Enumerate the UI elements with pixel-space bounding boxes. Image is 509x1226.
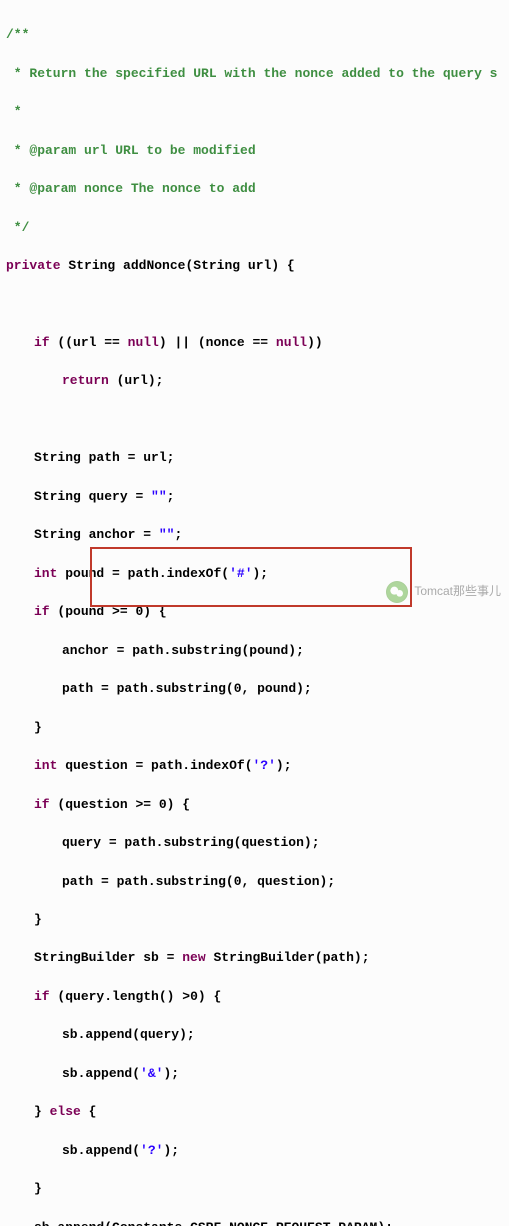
return-url: return (url); xyxy=(6,371,503,390)
if-pound: if (pound >= 0) { xyxy=(6,602,503,621)
close-brace: } xyxy=(6,718,503,737)
sb-append-query: sb.append(query); xyxy=(6,1025,503,1044)
sb-append-amp: sb.append('&'); xyxy=(6,1064,503,1083)
sb-append-const: sb.append(Constants.CSRF_NONCE_REQUEST_P… xyxy=(6,1218,503,1226)
if-null-check: if ((url == null) || (nonce == null)) xyxy=(6,333,503,352)
close-brace: } xyxy=(6,1179,503,1198)
code-block: /** * Return the specified URL with the … xyxy=(0,0,509,1226)
decl-query: String query = ""; xyxy=(6,487,503,506)
if-question: if (question >= 0) { xyxy=(6,795,503,814)
doc-line: * @param url URL to be modified xyxy=(6,141,503,160)
decl-anchor: String anchor = ""; xyxy=(6,525,503,544)
decl-question: int question = path.indexOf('?'); xyxy=(6,756,503,775)
sb-append-qmark: sb.append('?'); xyxy=(6,1141,503,1160)
method-signature: private String addNonce(String url) { xyxy=(6,256,503,275)
assign-anchor: anchor = path.substring(pound); xyxy=(6,641,503,660)
close-brace: } xyxy=(6,910,503,929)
doc-line: */ xyxy=(6,218,503,237)
assign-path-pound: path = path.substring(0, pound); xyxy=(6,679,503,698)
decl-path: String path = url; xyxy=(6,448,503,467)
assign-path-question: path = path.substring(0, question); xyxy=(6,872,503,891)
else-clause: } else { xyxy=(6,1102,503,1121)
doc-line: * @param nonce The nonce to add xyxy=(6,179,503,198)
doc-line: /** xyxy=(6,25,503,44)
doc-line: * Return the specified URL with the nonc… xyxy=(6,64,503,83)
doc-line: * xyxy=(6,102,503,121)
decl-sb: StringBuilder sb = new StringBuilder(pat… xyxy=(6,948,503,967)
assign-query: query = path.substring(question); xyxy=(6,833,503,852)
decl-pound: int pound = path.indexOf('#'); xyxy=(6,564,503,583)
if-query-length: if (query.length() >0) { xyxy=(6,987,503,1006)
